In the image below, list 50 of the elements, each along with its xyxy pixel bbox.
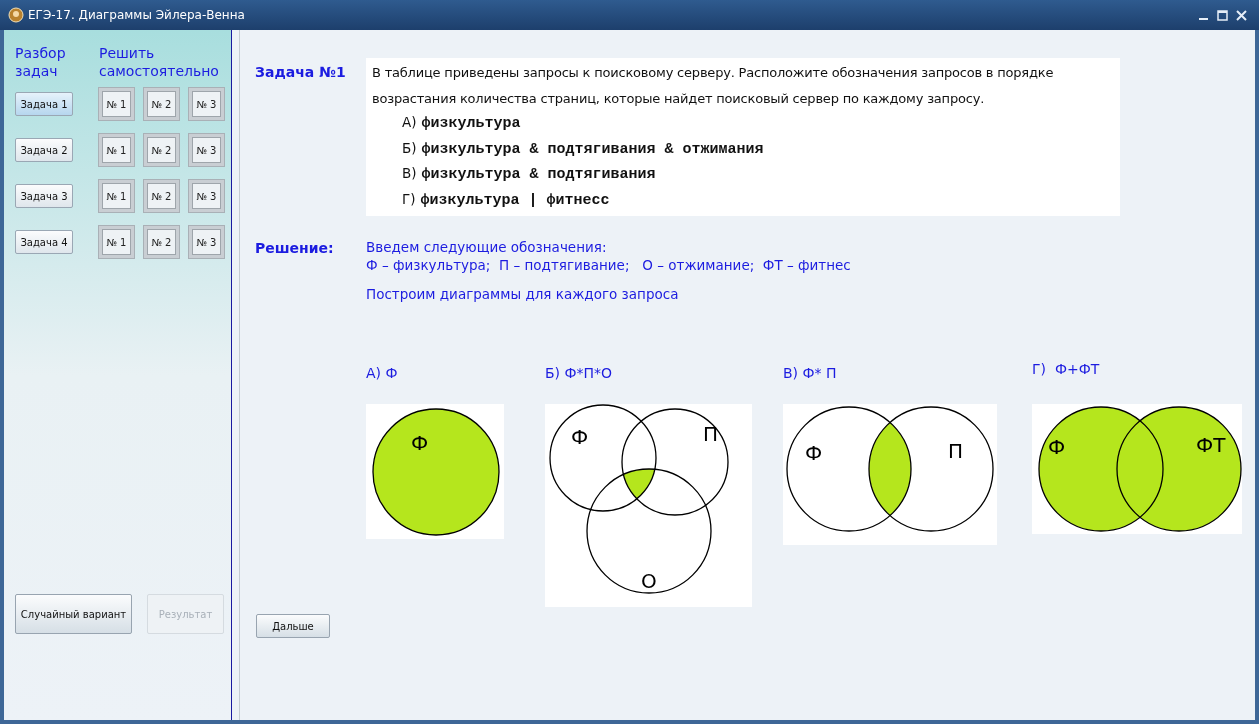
set-label: Ф [571,425,589,449]
set-label: П [948,439,964,463]
window-title: ЕГЭ-17. Диаграммы Эйлера-Венна [28,7,245,24]
solution-text: Ф – физкультура; П – подтягивание; О – отжимание; ФТ – фитнес [366,256,851,274]
query-letter: В) [402,164,417,183]
query-text: физкультура & подтягивания [421,165,656,185]
set-label: Ф [411,431,429,455]
query-text: физкультура & подтягивания & отжимания [421,139,764,160]
maximize-icon[interactable] [1217,9,1228,21]
task-label: Задача №1 [255,63,347,82]
task-button[interactable]: Задача 3 [15,184,73,208]
set-label: ФТ [1196,433,1226,457]
section-heading: Решить самостоятельно [99,44,220,80]
practice-button[interactable]: № 3 [189,134,224,166]
practice-button[interactable]: № 1 [99,226,134,258]
practice-button[interactable]: № 1 [99,180,134,212]
practice-button[interactable]: № 3 [189,88,224,120]
task-button[interactable]: Задача 4 [15,230,73,254]
set-label: П [703,422,719,446]
diagram-title: Г) Ф+ФТ [1032,360,1101,379]
solution-text: Построим диаграммы для каждого запроса [366,285,680,303]
practice-button[interactable]: № 3 [189,226,224,258]
task-button[interactable]: Задача 1 [15,92,73,116]
set-label: О [641,569,657,593]
next-button[interactable]: Дальше [256,614,330,638]
set-label: Ф [805,441,823,465]
practice-button[interactable]: № 1 [99,134,134,166]
set-label: Ф [1048,435,1066,459]
query-letter: А) [402,113,417,132]
query-text: физкультура | фитнесс [420,190,610,211]
solution-text: Введем следующие обозначения: [366,238,608,256]
solution-label: Решение: [255,239,335,258]
app-icon [8,7,24,23]
practice-button[interactable]: № 3 [189,180,224,212]
practice-button[interactable]: № 2 [144,226,179,258]
task-button[interactable]: Задача 2 [15,138,73,162]
section-heading: Разбор задач [15,44,67,80]
query-letter: Б) [402,138,417,158]
query-text: физкультура [421,114,521,134]
practice-button[interactable]: № 2 [144,180,179,212]
task-text: В таблице приведены запросы к поисковому серверу. Расположите обозначения запросов в порядке возрастания количества страниц, которые найдет поисковый сервер по каждому запросу. [372,64,1055,108]
query-letter: Г) [402,189,416,209]
diagram-title: В) Ф* П [783,364,838,383]
diagram-title: А) Ф [366,364,399,383]
practice-button[interactable]: № 2 [144,134,179,166]
practice-button[interactable]: № 1 [99,88,134,120]
practice-button[interactable]: № 2 [144,88,179,120]
diagram-title: Б) Ф*П*О [545,364,614,383]
close-icon[interactable] [1236,9,1247,21]
random-variant-button[interactable]: Случайный вариант [15,594,132,634]
